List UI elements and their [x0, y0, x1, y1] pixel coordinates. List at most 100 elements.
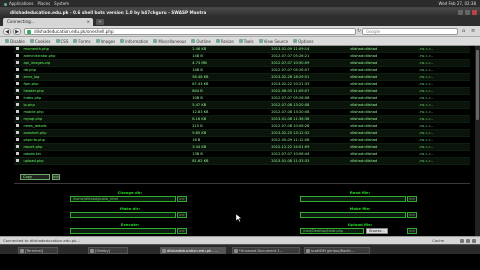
- row-checkbox[interactable]: [14, 73, 22, 81]
- webbar-tools[interactable]: Tools: [238, 39, 254, 44]
- webbar-forms[interactable]: Forms: [73, 39, 91, 44]
- checkbox[interactable]: [16, 96, 19, 99]
- table-row[interactable]: administrator.php 14B B 2012-07-07 05:26:2…: [14, 52, 470, 60]
- minimize-button[interactable]: [458, 9, 463, 15]
- cache-label[interactable]: Cache: [432, 238, 444, 243]
- row-checkbox[interactable]: [14, 52, 22, 60]
- checkbox[interactable]: [16, 159, 19, 162]
- row-checkbox[interactable]: [14, 80, 22, 88]
- row-checkbox[interactable]: [14, 94, 22, 102]
- webbar-images[interactable]: Images: [95, 39, 115, 44]
- table-row[interactable]: robots.txt 13B B 2012-07-07 10:06:44 dilsha…: [14, 150, 470, 158]
- file-name-link[interactable]: error_log: [21, 73, 191, 81]
- file-perms[interactable]: -rw-r--r--: [416, 157, 470, 165]
- maximize-button[interactable]: [465, 9, 470, 15]
- file-perms[interactable]: -rw-r--r--: [416, 136, 470, 144]
- file-perms[interactable]: -rw-r--r--: [416, 115, 470, 123]
- checkbox[interactable]: [16, 145, 19, 148]
- row-checkbox[interactable]: [14, 143, 22, 151]
- file-name-link[interactable]: upload.php: [21, 157, 191, 165]
- checkbox[interactable]: [16, 82, 19, 85]
- file-perms[interactable]: -rw-r--r--: [416, 129, 470, 137]
- checkbox[interactable]: [16, 103, 19, 106]
- task-shelby[interactable]: [Shelby]: [88, 247, 128, 254]
- checkbox[interactable]: [16, 89, 19, 92]
- checkbox[interactable]: [16, 61, 19, 64]
- table-row[interactable]: mobile.php 12.83 KB 2012-07-08 13:20:08 dil…: [14, 108, 470, 116]
- table-row[interactable]: report.php 3.44 KB 2012-12-22 14:01:09 dils…: [14, 143, 470, 151]
- file-name-link[interactable]: mysql.php: [21, 115, 191, 123]
- places-menu[interactable]: Places: [37, 1, 50, 6]
- home-icon[interactable]: ⌂: [462, 28, 468, 35]
- read-file-input[interactable]: [300, 196, 406, 202]
- search-input[interactable]: Google: [362, 28, 458, 35]
- upload-button[interactable]: >>: [407, 228, 417, 234]
- file-perms[interactable]: -rw-r--r--: [416, 94, 470, 102]
- file-perms[interactable]: -rw-r--r--: [416, 73, 470, 81]
- webbar-css[interactable]: CSS: [55, 39, 68, 44]
- checkbox[interactable]: [16, 54, 19, 57]
- file-name-link[interactable]: report.php: [21, 143, 191, 151]
- file-perms[interactable]: -rw-r--r--: [416, 150, 470, 158]
- webbar-miscellaneous[interactable]: Miscellaneous: [153, 39, 186, 44]
- window-titlebar[interactable]: dilshadeducation.edu.pk - 0.6 shell bots…: [0, 8, 480, 16]
- table-row[interactable]: api_images.zip 4.73 MB 2012-07-07 10:50:09…: [14, 59, 470, 67]
- file-name-link[interactable]: robots.txt: [21, 150, 191, 158]
- checkbox[interactable]: [16, 117, 19, 120]
- system-menu[interactable]: System: [54, 1, 69, 6]
- file-perms[interactable]: -rw-r--r--: [416, 101, 470, 109]
- url-bar[interactable]: dilshadeducation.edu.pk/oneshell.php: [24, 28, 356, 35]
- make-file-button[interactable]: >>: [407, 212, 417, 218]
- row-checkbox[interactable]: [14, 150, 22, 158]
- table-row[interactable]: fpm.php 87.43 KB 2013-02-22 10:21:33 dilsha…: [14, 80, 470, 88]
- file-perms[interactable]: -rw-r--r--: [416, 108, 470, 116]
- row-checkbox[interactable]: [14, 66, 22, 74]
- webbar-view-source[interactable]: View Source: [258, 39, 288, 44]
- table-row[interactable]: ip.php 5.47 KB 2012-07-08 13:20:08 dilshad:…: [14, 101, 470, 109]
- menu-icon[interactable]: ≡: [471, 28, 477, 35]
- row-checkbox[interactable]: [14, 129, 22, 137]
- webbar-information[interactable]: Information: [120, 39, 148, 44]
- checkbox[interactable]: [16, 110, 19, 113]
- make-dir-input[interactable]: [70, 212, 176, 218]
- make-dir-button[interactable]: >>: [177, 212, 187, 218]
- upload-file-input[interactable]: /root/Desktop/heak.php: [300, 228, 364, 234]
- new-tab-button[interactable]: +: [96, 19, 104, 25]
- file-name-link[interactable]: index.php: [21, 94, 191, 102]
- file-perms[interactable]: -rw-r--r--: [416, 143, 470, 151]
- tab-current[interactable]: Connecting... ×: [3, 18, 93, 26]
- task-backtrack[interactable]: scottDM gentoo/Backt...: [304, 247, 370, 254]
- table-row[interactable]: news_details 215 B 2012-07-08 10:06:28 dils…: [14, 122, 470, 130]
- table-row[interactable]: phpinfo.php 16 B 2012-05-09 11:12:08 dilsha…: [14, 136, 470, 144]
- table-row[interactable]: db.php 14B B 2012-07-07 05:26:07 dilshad:di…: [14, 66, 470, 74]
- checkbox[interactable]: [16, 131, 19, 134]
- table-row[interactable]: oneshell.php 9.85 KB 2013-02-25 13:12:32 di…: [14, 129, 470, 137]
- clock[interactable]: Wed Feb 27, 02:38: [438, 1, 476, 6]
- tab-close-icon[interactable]: ×: [86, 18, 90, 26]
- make-file-input[interactable]: [300, 212, 406, 218]
- execute-input[interactable]: [70, 228, 176, 234]
- file-name-link[interactable]: mobile.php: [21, 108, 191, 116]
- file-perms[interactable]: -rw-r--r--: [416, 59, 470, 67]
- forward-button[interactable]: ▶: [13, 28, 21, 35]
- table-row[interactable]: header.php 844 B 2012-06-05 11:09:07 dilsha…: [14, 87, 470, 95]
- webbar-options[interactable]: Options: [293, 39, 314, 44]
- scrollbar-thumb[interactable]: [476, 50, 479, 120]
- file-name-link[interactable]: ip.php: [21, 101, 191, 109]
- webbar-resize[interactable]: Resize: [215, 39, 234, 44]
- checkbox[interactable]: [16, 138, 19, 141]
- row-checkbox[interactable]: [14, 122, 22, 130]
- checkbox[interactable]: [16, 68, 19, 71]
- close-window-button[interactable]: [472, 9, 477, 15]
- execute-button[interactable]: >>: [177, 228, 187, 234]
- file-name-link[interactable]: oneshell.php: [21, 129, 191, 137]
- file-name-link[interactable]: fpm.php: [21, 80, 191, 88]
- checkbox[interactable]: [16, 47, 19, 50]
- file-name-link[interactable]: api_images.zip: [21, 59, 191, 67]
- webbar-disable[interactable]: Disable: [5, 39, 25, 44]
- row-checkbox[interactable]: [14, 59, 22, 67]
- file-perms[interactable]: -rw-r--r--: [416, 52, 470, 60]
- back-button[interactable]: ◀: [3, 28, 11, 35]
- task-browser[interactable]: dilshadeducation.edu.pk - ...: [160, 247, 226, 254]
- row-checkbox[interactable]: [14, 136, 22, 144]
